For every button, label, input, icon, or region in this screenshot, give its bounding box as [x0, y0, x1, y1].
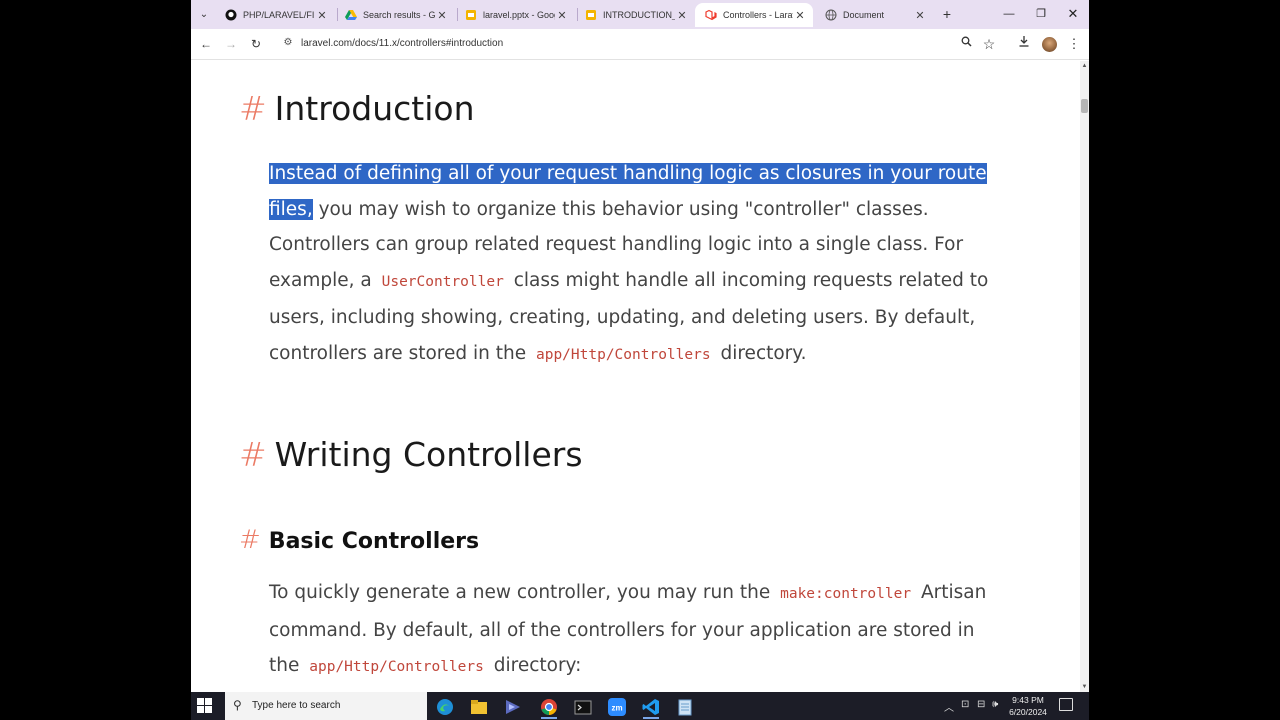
search-icon: ⚲ — [233, 698, 242, 712]
tab-title: INTRODUCTION_TO_LARAVEL — [603, 10, 675, 20]
minimize-icon[interactable]: — — [995, 5, 1023, 23]
anchor-hash-link[interactable]: # — [239, 525, 261, 555]
laravel-icon — [705, 9, 717, 21]
chrome-icon[interactable] — [535, 695, 563, 719]
terminal-logo — [574, 700, 592, 714]
clock-date: 6/20/2024 — [1009, 707, 1047, 717]
notepad-icon[interactable] — [671, 695, 699, 719]
tab-title: PHP/LARAVEL/FIRST — [243, 10, 315, 20]
google-slides-icon — [586, 10, 596, 20]
chrome-logo — [541, 699, 557, 715]
tab-title: Search results - Google Drive — [363, 10, 435, 20]
system-clock[interactable]: 9:43 PM 6/20/2024 — [1005, 694, 1051, 718]
tab-title: laravel.pptx - Google Slides — [483, 10, 555, 20]
clock-time: 9:43 PM — [1012, 695, 1044, 705]
forward-icon[interactable]: → — [222, 35, 240, 53]
tab-document[interactable]: Document ✕ — [815, 3, 933, 27]
heading-basic-controllers: # Basic Controllers — [239, 525, 479, 555]
volume-icon[interactable]: 🕪 — [992, 699, 998, 710]
vscode-icon[interactable] — [637, 695, 665, 719]
address-bar[interactable]: ⚙ laravel.com/docs/11.x/controllers#intr… — [275, 33, 987, 55]
window-close-icon[interactable]: ✕ — [1059, 5, 1087, 23]
reload-icon[interactable]: ↻ — [247, 35, 265, 53]
google-drive-icon — [345, 10, 357, 20]
heading-text: Introduction — [274, 89, 475, 128]
close-icon[interactable]: ✕ — [913, 9, 927, 22]
tab-github[interactable]: PHP/LARAVEL/FIRST ✕ — [215, 3, 335, 27]
intro-paragraph: Instead of defining all of your request … — [269, 156, 1009, 373]
bookmark-star-icon[interactable]: ☆ — [980, 35, 998, 53]
download-arrow-icon — [1019, 36, 1029, 47]
inline-code: UserController — [381, 273, 504, 290]
windows-taskbar: ⚲ Type here to search zm ︿ ⊡ ⊟ 🕪 9:43 PM… — [191, 692, 1089, 720]
folder-logo — [471, 700, 487, 714]
magnifier-icon — [961, 36, 972, 47]
para-text: directory: — [487, 655, 582, 676]
tab-strip: ⌄ PHP/LARAVEL/FIRST ✕ Search results - G… — [191, 0, 1089, 29]
vscode-logo — [642, 699, 659, 715]
profile-avatar[interactable] — [1042, 37, 1057, 52]
browser-toolbar: ← → ↻ ⚙ laravel.com/docs/11.x/controller… — [191, 29, 1089, 60]
tab-slides-intro[interactable]: INTRODUCTION_TO_LARAVEL ✕ — [575, 3, 695, 27]
heading-text: Basic Controllers — [268, 529, 480, 554]
heading-writing-controllers: # Writing Controllers — [239, 435, 583, 474]
zoom-icon[interactable] — [957, 35, 975, 53]
tab-slides-pptx[interactable]: laravel.pptx - Google Slides ✕ — [455, 3, 575, 27]
tab-title: Controllers - Laravel — [723, 10, 793, 20]
close-icon[interactable]: ✕ — [793, 9, 807, 22]
inline-code: app/Http/Controllers — [309, 659, 484, 675]
github-icon — [225, 9, 237, 21]
zoom-logo: zm — [608, 698, 626, 716]
anchor-hash-link[interactable]: # — [239, 435, 267, 474]
new-tab-icon[interactable]: + — [938, 4, 956, 24]
tab-google-drive[interactable]: Search results - Google Drive ✕ — [335, 3, 455, 27]
url-text[interactable]: laravel.com/docs/11.x/controllers#introd… — [301, 38, 503, 49]
media-logo — [506, 700, 520, 714]
anchor-hash-link[interactable]: # — [239, 89, 267, 128]
inline-code: app/Http/Controllers — [535, 346, 711, 363]
site-info-icon[interactable]: ⚙ — [281, 37, 295, 51]
taskbar-search-box[interactable]: ⚲ Type here to search — [225, 692, 427, 720]
svg-text:zm: zm — [611, 704, 622, 713]
back-icon[interactable]: ← — [197, 35, 215, 53]
tab-title: Document — [843, 10, 885, 20]
para-text: To quickly generate a new controller, yo… — [269, 582, 777, 603]
media-player-icon[interactable] — [499, 695, 527, 719]
scroll-up-icon[interactable]: ▲ — [1080, 63, 1089, 69]
page-content: # Introduction Instead of defining all of… — [191, 61, 1080, 692]
google-slides-icon — [466, 10, 476, 20]
scroll-down-icon[interactable]: ▼ — [1080, 684, 1089, 690]
heading-introduction: # Introduction — [239, 89, 475, 128]
meet-now-icon[interactable]: ⊡ — [961, 699, 969, 710]
heading-text: Writing Controllers — [274, 435, 583, 474]
screen: ⌄ PHP/LARAVEL/FIRST ✕ Search results - G… — [191, 0, 1089, 720]
tab-laravel-controllers[interactable]: Controllers - Laravel ✕ — [695, 3, 813, 27]
edge-logo — [437, 699, 453, 715]
menu-kebab-icon[interactable]: ⋮ — [1065, 35, 1083, 53]
restore-icon[interactable]: ❐ — [1027, 5, 1055, 23]
download-icon[interactable] — [1015, 35, 1033, 53]
close-icon[interactable]: ✕ — [435, 9, 449, 22]
network-icon[interactable]: ⊟ — [977, 699, 985, 710]
inline-code: make:controller — [780, 586, 912, 602]
notification-center-icon[interactable] — [1059, 698, 1073, 711]
terminal-icon[interactable] — [569, 695, 597, 719]
para-text: directory. — [714, 342, 807, 364]
close-icon[interactable]: ✕ — [555, 9, 569, 22]
tab-search-icon[interactable]: ⌄ — [195, 6, 213, 24]
globe-icon — [825, 9, 837, 21]
edge-icon[interactable] — [431, 695, 459, 719]
windows-start-icon[interactable] — [197, 698, 213, 714]
basic-paragraph: To quickly generate a new controller, yo… — [269, 575, 1009, 686]
close-icon[interactable]: ✕ — [675, 9, 689, 22]
zoom-app-icon[interactable]: zm — [603, 695, 631, 719]
notepad-logo — [678, 699, 692, 716]
file-explorer-icon[interactable] — [465, 695, 493, 719]
search-placeholder: Type here to search — [252, 700, 341, 711]
scroll-thumb[interactable] — [1081, 99, 1088, 113]
close-icon[interactable]: ✕ — [315, 9, 329, 22]
vertical-scrollbar[interactable]: ▲ ▼ — [1080, 61, 1089, 692]
show-hidden-icons-icon[interactable]: ︿ — [944, 699, 954, 714]
